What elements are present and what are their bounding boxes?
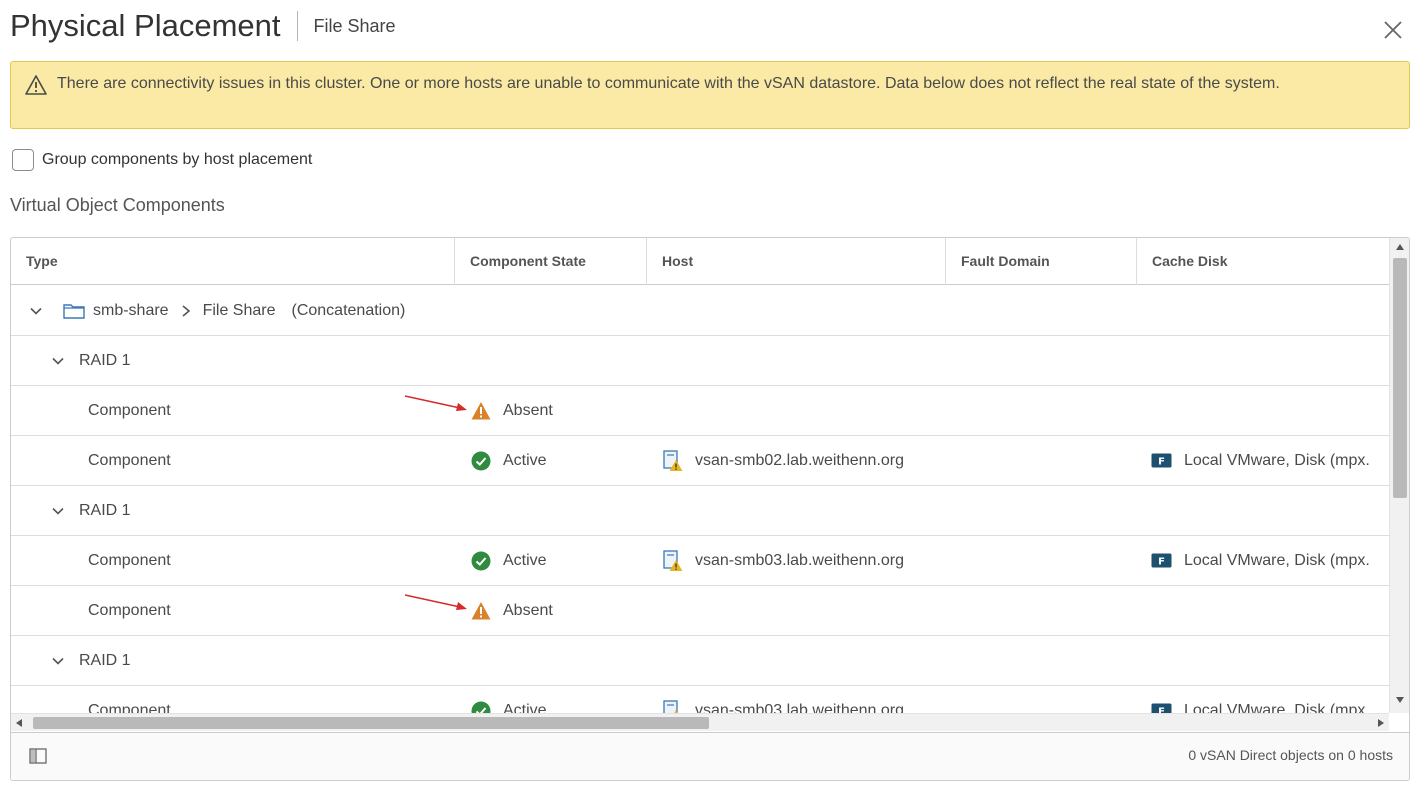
alert-text: There are connectivity issues in this cl… (57, 75, 1280, 92)
component-type: Component (88, 401, 171, 419)
component-state: Active (503, 551, 547, 569)
check-circle-icon (471, 551, 491, 570)
annotation-arrow (404, 395, 467, 411)
root-object-layout: (Concatenation) (291, 301, 406, 319)
component-host[interactable]: vsan-smb03.lab.weithenn.org (695, 552, 904, 570)
component-row[interactable]: Component Active vsan-smb02.lab.weithenn… (11, 436, 1389, 486)
group-by-host-row: Group components by host placement (12, 149, 312, 171)
component-row[interactable]: Component Active vsan-smb03.lab.weithenn… (11, 686, 1389, 713)
column-header-cache-disk[interactable]: Cache Disk (1136, 238, 1389, 285)
component-cache-disk: Local VMware, Disk (mpx. (1184, 701, 1370, 714)
title-divider (296, 11, 298, 41)
component-state: Absent (503, 401, 553, 419)
footer-summary: 0 vSAN Direct objects on 0 hosts (1188, 747, 1393, 763)
column-header-fault-domain[interactable]: Fault Domain (945, 238, 1136, 285)
folder-icon (63, 303, 85, 319)
host-warning-icon (663, 699, 679, 713)
warning-icon (471, 401, 491, 419)
group-by-host-checkbox[interactable] (12, 149, 34, 171)
root-row[interactable]: smb-share File Share (Concatenation) (11, 286, 1389, 336)
components-grid: Type Component State Host Fault Domain C… (10, 237, 1410, 781)
scroll-down-arrow-icon[interactable] (1395, 696, 1405, 704)
raid-group-row[interactable]: RAID 1 (11, 486, 1389, 536)
dialog-header: Physical Placement File Share (10, 6, 396, 46)
grid-footer: 0 vSAN Direct objects on 0 hosts (11, 732, 1409, 780)
horizontal-scroll-thumb[interactable] (33, 717, 709, 729)
grid-header: Type Component State Host Fault Domain C… (11, 238, 1389, 285)
flash-disk-icon: F (1151, 553, 1172, 568)
section-label: Virtual Object Components (10, 195, 225, 215)
raid-group-label: RAID 1 (79, 351, 131, 369)
svg-text:F: F (1158, 557, 1165, 568)
raid-group-row[interactable]: RAID 1 (11, 336, 1389, 386)
component-state: Active (503, 701, 547, 714)
scroll-right-arrow-icon[interactable] (1377, 718, 1385, 728)
component-type: Component (88, 601, 171, 619)
column-header-type[interactable]: Type (11, 238, 454, 285)
annotation-arrow (404, 594, 467, 610)
close-icon[interactable] (1381, 18, 1405, 42)
component-cache-disk: Local VMware, Disk (mpx. (1184, 451, 1370, 469)
chevron-right-icon (182, 304, 190, 317)
component-type: Component (88, 701, 171, 714)
chevron-down-icon[interactable] (29, 304, 43, 318)
component-state: Absent (503, 601, 553, 619)
component-cache-disk: Local VMware, Disk (mpx. (1184, 551, 1370, 569)
connectivity-alert: There are connectivity issues in this cl… (10, 61, 1410, 129)
column-toggle-icon[interactable] (29, 748, 47, 764)
warning-triangle-icon (25, 75, 47, 95)
check-circle-icon (471, 451, 491, 470)
component-row[interactable]: Component Absent (11, 386, 1389, 436)
scroll-left-arrow-icon[interactable] (15, 718, 23, 728)
component-host[interactable]: vsan-smb03.lab.weithenn.org (695, 702, 904, 714)
host-warning-icon (663, 449, 683, 471)
component-type: Component (88, 551, 171, 569)
svg-text:F: F (1158, 457, 1165, 468)
flash-disk-icon: F (1151, 703, 1172, 713)
vertical-scrollbar[interactable] (1389, 238, 1409, 713)
column-header-component-state[interactable]: Component State (454, 238, 646, 285)
vertical-scroll-thumb[interactable] (1393, 258, 1407, 498)
raid-group-label: RAID 1 (79, 501, 131, 519)
dialog-subtitle: File Share (313, 15, 396, 36)
dialog-title: Physical Placement (10, 8, 281, 43)
root-object-name[interactable]: smb-share (93, 302, 169, 320)
column-header-host[interactable]: Host (646, 238, 945, 285)
chevron-down-icon[interactable] (51, 504, 65, 518)
raid-group-label: RAID 1 (79, 651, 131, 669)
scroll-up-arrow-icon[interactable] (1395, 243, 1405, 251)
group-by-host-label[interactable]: Group components by host placement (42, 151, 312, 169)
check-circle-icon (471, 701, 491, 713)
horizontal-scrollbar[interactable] (11, 713, 1389, 731)
chevron-down-icon[interactable] (51, 654, 65, 668)
component-host[interactable]: vsan-smb02.lab.weithenn.org (695, 452, 904, 470)
raid-group-row[interactable]: RAID 1 (11, 636, 1389, 686)
chevron-down-icon[interactable] (51, 354, 65, 368)
component-type: Component (88, 451, 171, 469)
host-warning-icon (663, 549, 683, 571)
component-state: Active (503, 451, 547, 469)
flash-disk-icon: F (1151, 453, 1172, 468)
warning-icon (471, 601, 491, 619)
component-row[interactable]: Component Active vsan-smb03.lab.weithenn… (11, 536, 1389, 586)
grid-rows: smb-share File Share (Concatenation) RAI… (11, 286, 1389, 713)
component-row[interactable]: Component Absent (11, 586, 1389, 636)
root-object-child: File Share (202, 301, 276, 319)
